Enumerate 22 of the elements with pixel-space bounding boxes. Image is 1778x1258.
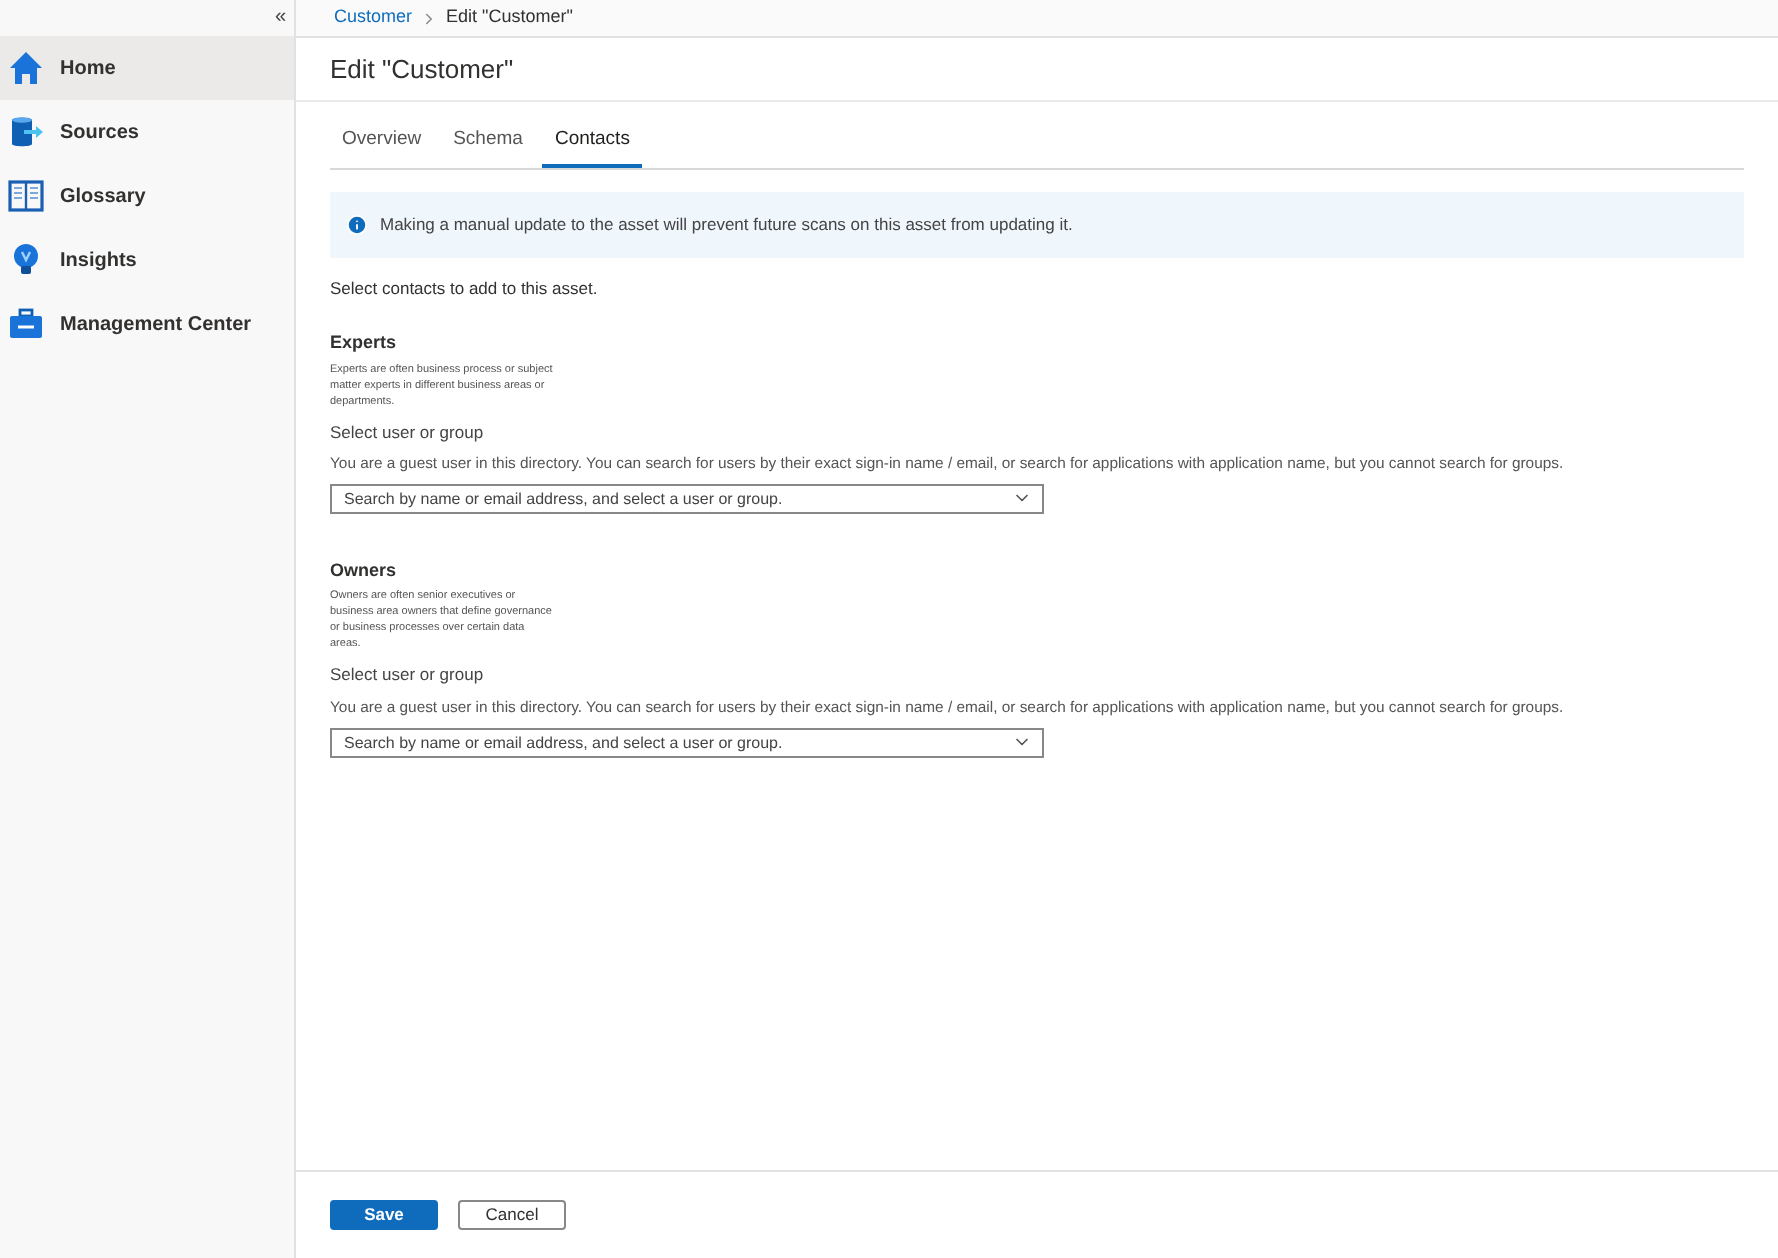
info-text: Making a manual update to the asset will prevent future scans on this asset from updating it. [380,212,1073,239]
page-title: Edit "Customer" [330,51,514,88]
field-label: Select user or group [330,662,486,689]
tab[interactable]: Overview [330,126,434,169]
nav-item[interactable]: Management Center [0,292,294,356]
nav-item[interactable]: Sources [0,100,294,164]
user-picker-field[interactable]: Search by name or email address, and select a user or group. [330,727,1044,758]
tab[interactable]: Contacts [542,126,642,169]
breadcrumb-current: Edit "Customer" [446,4,573,31]
breadcrumb-link[interactable]: Customer [334,4,413,32]
user-picker-field[interactable]: Search by name or email address, and select a user or group. [330,483,1044,514]
intro-text: Select contacts to add to this asset. [330,276,600,302]
tab[interactable]: Schema [441,126,535,169]
field-label: Select user or group [330,419,486,445]
nav-item[interactable]: Insights [0,228,294,292]
nav-item[interactable]: Home [0,36,294,100]
nav-item[interactable]: Glossary [0,164,294,228]
section-heading: Experts [330,330,399,356]
collapse-button[interactable]: « [274,8,286,28]
section-heading: Owners [330,557,399,584]
save-button[interactable]: Save [330,1200,438,1230]
cancel-button[interactable]: Cancel [458,1200,566,1230]
